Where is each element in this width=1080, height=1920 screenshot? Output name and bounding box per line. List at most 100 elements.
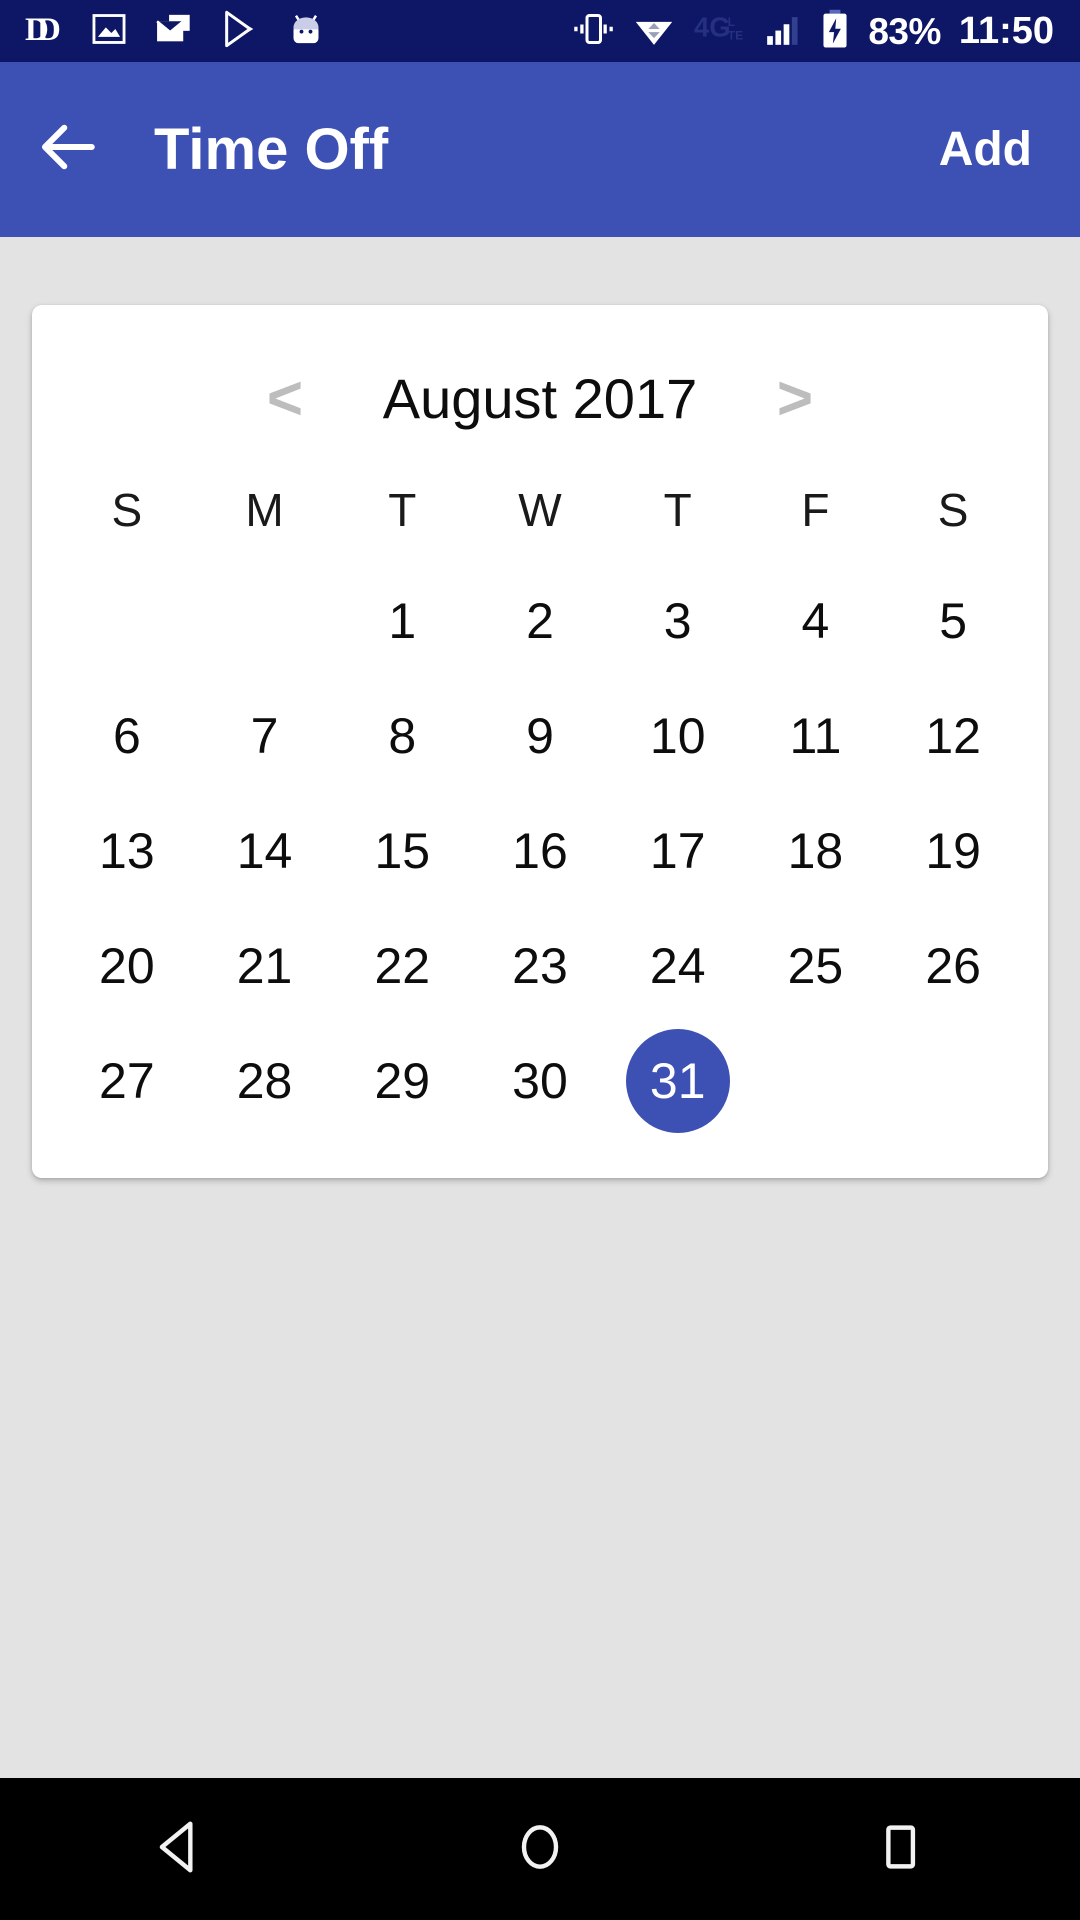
day-number-label: 30 — [512, 1052, 568, 1109]
day-number-label: 26 — [925, 937, 981, 994]
weekday-label-wed: W — [518, 484, 562, 536]
page-title: Time Off — [154, 116, 389, 182]
day-number-label: 23 — [512, 937, 568, 994]
day-number-label: 9 — [526, 707, 554, 764]
android-system-icon — [286, 9, 326, 54]
calendar-empty-cell — [884, 1023, 1022, 1138]
calendar-day-cell[interactable]: 25 — [747, 908, 885, 1023]
calendar-day-cell[interactable]: 30 — [471, 1023, 609, 1138]
calendar-day-cell[interactable]: 24 — [609, 908, 747, 1023]
triangle-back-icon — [149, 1816, 211, 1883]
app-bar: Time Off Add — [0, 62, 1080, 237]
calendar-day-cell[interactable]: 26 — [884, 908, 1022, 1023]
calendar-day-cell[interactable]: 9 — [471, 678, 609, 793]
signal-bars-icon — [764, 10, 802, 53]
vibrate-mode-icon — [572, 10, 614, 53]
calendar-empty-cell — [747, 1023, 885, 1138]
day-number-label: 15 — [374, 822, 431, 879]
play-store-icon — [220, 9, 260, 54]
calendar-card: < August 2017 > S M T W T F S 1234567891… — [32, 305, 1048, 1178]
circle-home-icon — [509, 1816, 571, 1883]
calendar-header: < August 2017 > — [58, 341, 1022, 457]
calendar-day-cell[interactable]: 19 — [884, 793, 1022, 908]
calendar-day-cell[interactable]: 5 — [884, 563, 1022, 678]
calendar-day-cell[interactable]: 3 — [609, 563, 747, 678]
calendar-day-cell[interactable]: 6 — [58, 678, 196, 793]
weekday-header-row: S M T W T F S — [58, 457, 1022, 563]
day-number-label: 28 — [236, 1052, 293, 1109]
calendar-day-cell[interactable]: 18 — [747, 793, 885, 908]
email-icon — [154, 10, 194, 53]
calendar-day-cell[interactable]: 1 — [333, 563, 471, 678]
calendar-day-cell[interactable]: 11 — [747, 678, 885, 793]
calendar-day-cell[interactable]: 7 — [196, 678, 334, 793]
day-number-label: 7 — [250, 707, 279, 764]
weekday-label-thu: T — [663, 484, 692, 536]
calendar-day-cell[interactable]: 31 — [609, 1023, 747, 1138]
prev-month-button[interactable]: < — [240, 368, 330, 430]
battery-charging-icon — [820, 9, 850, 54]
back-button[interactable] — [12, 114, 122, 185]
empty-day-label — [213, 569, 317, 673]
square-recents-icon — [869, 1816, 931, 1883]
day-number-label: 25 — [787, 937, 844, 994]
next-month-button[interactable]: > — [750, 368, 840, 430]
system-navigation-bar — [0, 1778, 1080, 1920]
day-number-label: 10 — [649, 707, 706, 764]
empty-day-label — [901, 1029, 1005, 1133]
calendar-day-cell[interactable]: 28 — [196, 1023, 334, 1138]
nav-home-button[interactable] — [465, 1778, 615, 1920]
status-bar-left-icons: D D — [0, 9, 326, 54]
calendar-day-cell[interactable]: 16 — [471, 793, 609, 908]
calendar-day-cell[interactable]: 15 — [333, 793, 471, 908]
day-number-label: 2 — [526, 592, 554, 649]
battery-percent-label: 83% — [868, 10, 941, 52]
selected-day-label: 31 — [625, 1028, 730, 1133]
calendar-day-cell[interactable]: 8 — [333, 678, 471, 793]
content-area: < August 2017 > S M T W T F S 1234567891… — [0, 237, 1080, 1778]
calendar-day-cell[interactable]: 23 — [471, 908, 609, 1023]
calendar-day-cell[interactable]: 21 — [196, 908, 334, 1023]
day-number-label: 12 — [925, 707, 981, 764]
calendar-day-cell[interactable]: 13 — [58, 793, 196, 908]
calendar-day-cell[interactable]: 2 — [471, 563, 609, 678]
calendar-empty-cell — [196, 563, 334, 678]
status-bar: D D 4G L TE 83% 11:50 — [0, 0, 1080, 62]
day-number-label: 13 — [99, 822, 155, 879]
arrow-left-icon — [34, 114, 100, 185]
nav-recents-button[interactable] — [825, 1778, 975, 1920]
calendar-day-cell[interactable]: 10 — [609, 678, 747, 793]
calendar-day-cell[interactable]: 4 — [747, 563, 885, 678]
nav-back-button[interactable] — [105, 1778, 255, 1920]
day-number-label: 16 — [512, 822, 568, 879]
day-number-label: 20 — [99, 937, 155, 994]
calendar-day-cell[interactable]: 20 — [58, 908, 196, 1023]
day-number-label: 1 — [388, 592, 417, 649]
day-number-label: 11 — [789, 707, 842, 764]
day-number-label: 21 — [236, 937, 293, 994]
day-number-label: 14 — [236, 822, 293, 879]
day-number-label: 24 — [649, 937, 706, 994]
weekday-label-tue: T — [388, 484, 417, 536]
calendar-day-cell[interactable]: 14 — [196, 793, 334, 908]
wifi-icon — [632, 10, 676, 53]
calendar-days-grid: 1 2 3 4 5 6 7 8 9 10 11 12 13 14 15 16 17 18 19 20 21 22 23 24 2… — [58, 563, 1022, 1138]
calendar-day-cell[interactable]: 29 — [333, 1023, 471, 1138]
calendar-day-cell[interactable]: 27 — [58, 1023, 196, 1138]
empty-day-label — [75, 569, 179, 673]
calendar-day-cell[interactable]: 22 — [333, 908, 471, 1023]
day-number-label: 8 — [388, 707, 417, 764]
add-button[interactable]: Add — [939, 125, 1032, 174]
photos-icon — [90, 10, 128, 53]
status-bar-clock: 11:50 — [958, 10, 1054, 52]
calendar-day-cell[interactable]: 17 — [609, 793, 747, 908]
phone-screen: D D 4G L TE 83% 11:50 Time Off Add < Aug… — [0, 0, 1080, 1920]
day-number-label: 3 — [663, 592, 692, 649]
day-number-label: 4 — [801, 592, 830, 649]
day-number-label: 17 — [649, 822, 706, 879]
day-number-label: 29 — [374, 1052, 431, 1109]
network-4glte-icon: 4G L TE — [694, 10, 746, 53]
empty-day-label — [763, 1029, 867, 1133]
calendar-day-cell[interactable]: 12 — [884, 678, 1022, 793]
weekday-label-sun: S — [111, 484, 143, 536]
